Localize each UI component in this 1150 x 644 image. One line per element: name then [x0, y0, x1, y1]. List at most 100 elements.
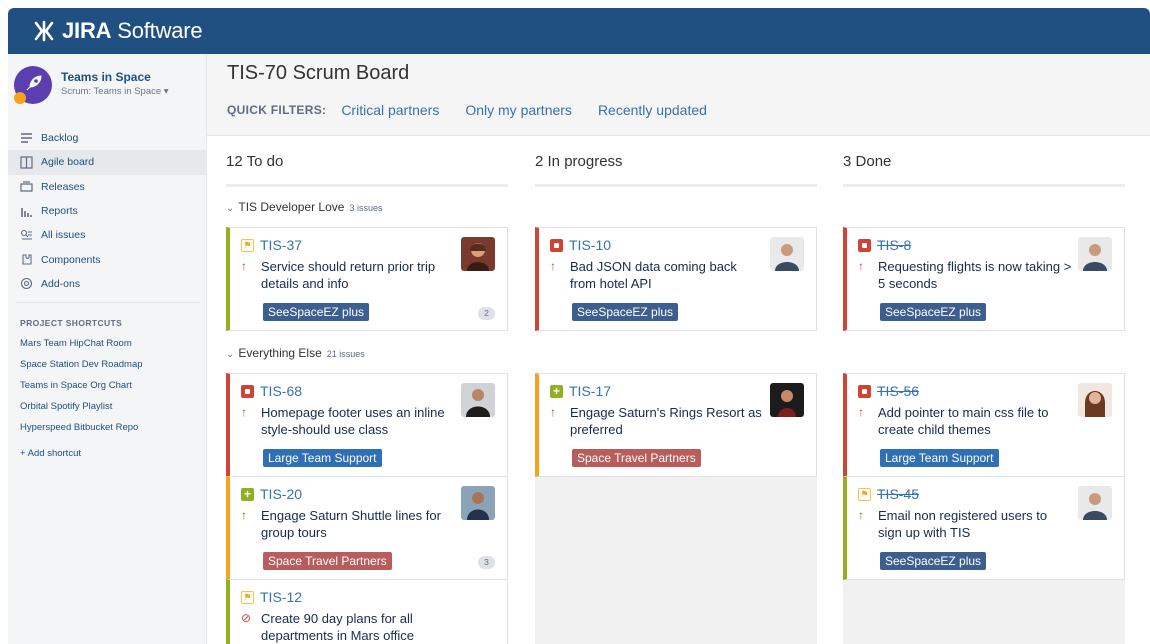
column-divider	[535, 184, 817, 187]
sidebar-item-components[interactable]: Components	[8, 247, 206, 271]
issue-card[interactable]: ⚑ TIS-37 ↑ Service should return prior tri…	[226, 227, 508, 331]
bug-icon	[858, 238, 871, 252]
issue-summary: Bad JSON data coming back from hotel API	[570, 259, 737, 291]
board-header: TIS-70 Scrum Board QUICK FILTERS: Critic…	[207, 54, 1150, 136]
priority-blocker-icon: ⊘	[241, 611, 252, 625]
priority-major-icon: ↑	[241, 259, 247, 273]
epic-label[interactable]: Space Travel Partners	[572, 449, 701, 467]
issues-icon	[20, 229, 33, 242]
avatar	[1078, 383, 1112, 417]
issue-card[interactable]: ⚑ TIS-45 ↑ Email non registered users to s…	[843, 476, 1125, 580]
project-shortcuts-list: Mars Team HipChat Room Space Station Dev…	[20, 336, 143, 441]
quick-filter-recently-updated[interactable]: Recently updated	[598, 102, 707, 118]
components-icon	[20, 253, 33, 266]
issue-key[interactable]: TIS-12	[260, 589, 302, 605]
releases-icon	[20, 180, 33, 193]
shortcut-link[interactable]: Orbital Spotify Playlist	[20, 399, 143, 420]
avatar	[1078, 486, 1112, 520]
epic-label[interactable]: SeeSpaceEZ plus	[263, 303, 370, 321]
issue-summary: Create 90 day plans for all departments …	[261, 611, 414, 643]
avatar	[461, 486, 495, 520]
issue-card[interactable]: TIS-68 ↑ Homepage footer uses an inline s…	[226, 373, 508, 477]
swimlane-name: Everything Else	[238, 346, 322, 360]
issue-summary: Email non registered users to sign up wi…	[878, 508, 1048, 540]
issue-key[interactable]: TIS-68	[260, 383, 302, 399]
sidebar-item-all-issues[interactable]: All issues	[8, 223, 206, 247]
issue-card[interactable]: TIS-10 ↑ Bad JSON data coming back from h…	[535, 227, 817, 331]
chevron-down-icon: ⌄	[226, 203, 235, 214]
backlog-icon	[20, 132, 33, 145]
issue-key[interactable]: TIS-17	[569, 383, 611, 399]
epic-label[interactable]: SeeSpaceEZ plus	[572, 303, 679, 321]
sidebar-item-label: All issues	[41, 229, 86, 242]
issue-card[interactable]: + TIS-20 ↑ Engage Saturn Shuttle lines for…	[226, 476, 508, 580]
bug-icon	[858, 384, 871, 398]
improvement-icon: ⚑	[241, 590, 254, 604]
column-divider	[226, 184, 508, 187]
story-icon: +	[241, 487, 254, 501]
issue-key[interactable]: TIS-56	[877, 383, 919, 399]
epic-label[interactable]: Space Travel Partners	[263, 552, 392, 570]
issue-key[interactable]: TIS-20	[260, 486, 302, 502]
issue-card[interactable]: + TIS-17 ↑ Engage Saturn's Rings Resort as…	[535, 373, 817, 477]
shortcut-link[interactable]: Teams in Space Org Chart	[20, 378, 143, 399]
quick-filters: QUICK FILTERS: Critical partners Only my…	[227, 102, 733, 118]
priority-major-icon: ↑	[858, 405, 864, 419]
column-empty-area	[535, 477, 817, 644]
column-header-done: 3 Done	[843, 153, 892, 170]
sidebar: Teams in Space Scrum: Teams in Space ▾ B…	[8, 54, 207, 644]
issue-summary: Add pointer to main css file to create c…	[878, 405, 1049, 437]
priority-major-icon: ↑	[241, 508, 247, 522]
issue-card[interactable]: ⚑ TIS-12 ⊘ Create 90 day plans for all dep…	[226, 579, 508, 644]
jira-icon	[34, 20, 54, 42]
epic-label[interactable]: SeeSpaceEZ plus	[880, 303, 987, 321]
shortcut-link[interactable]: Space Station Dev Roadmap	[20, 357, 143, 378]
priority-major-icon: ↑	[858, 508, 864, 522]
sidebar-item-releases[interactable]: Releases	[8, 175, 206, 199]
sidebar-item-label: Add-ons	[41, 277, 81, 290]
shortcut-link[interactable]: Hyperspeed Bitbucket Repo	[20, 420, 143, 441]
swimlane-count: 21 issues	[326, 349, 365, 359]
issue-card[interactable]: TIS-8 ↑ Requesting flights is now taking …	[843, 227, 1125, 331]
shortcut-link[interactable]: Mars Team HipChat Room	[20, 336, 143, 357]
add-shortcut-link[interactable]: + Add shortcut	[20, 448, 81, 459]
sidebar-item-add-ons[interactable]: Add-ons	[8, 272, 206, 296]
sidebar-item-label: Releases	[41, 180, 85, 193]
jira-logo[interactable]: JIRA Software	[32, 18, 203, 44]
sidebar-item-backlog[interactable]: Backlog	[8, 126, 206, 150]
avatar	[461, 237, 495, 271]
quick-filter-only-my-partners[interactable]: Only my partners	[465, 102, 572, 118]
epic-label[interactable]: SeeSpaceEZ plus	[880, 552, 987, 570]
priority-major-icon: ↑	[550, 405, 556, 419]
avatar	[1078, 237, 1112, 271]
board-selector[interactable]: Scrum: Teams in Space ▾	[61, 86, 169, 97]
priority-major-icon: ↑	[550, 259, 556, 273]
app-title: JIRA Software	[62, 18, 203, 43]
project-name[interactable]: Teams in Space	[61, 70, 169, 84]
estimate-badge: 3	[478, 556, 495, 569]
project-avatar	[14, 66, 52, 104]
quick-filter-critical-partners[interactable]: Critical partners	[341, 102, 439, 118]
issue-card[interactable]: TIS-56 ↑ Add pointer to main css file to …	[843, 373, 1125, 477]
avatar	[770, 237, 804, 271]
project-badge	[14, 92, 26, 104]
epic-label[interactable]: Large Team Support	[880, 449, 999, 467]
issue-key[interactable]: TIS-45	[877, 486, 919, 502]
reports-icon	[20, 205, 33, 218]
project-switcher[interactable]: Teams in Space Scrum: Teams in Space ▾	[14, 66, 169, 104]
issue-key[interactable]: TIS-10	[569, 237, 611, 253]
sidebar-item-agile-board[interactable]: Agile board	[8, 150, 206, 175]
sidebar-item-reports[interactable]: Reports	[8, 199, 206, 223]
issue-key[interactable]: TIS-8	[877, 237, 911, 253]
rocket-icon	[26, 75, 42, 91]
priority-major-icon: ↑	[241, 405, 247, 419]
sidebar-divider	[16, 302, 200, 303]
epic-label[interactable]: Large Team Support	[263, 449, 382, 467]
sidebar-nav: Backlog Agile board Releases Reports All…	[8, 126, 206, 296]
swimlane-header[interactable]: ⌄ Everything Else 21 issues	[226, 346, 365, 360]
column-header-in-progress: 2 In progress	[535, 153, 623, 170]
issue-key[interactable]: TIS-37	[260, 237, 302, 253]
column-empty-area	[843, 580, 1125, 644]
improvement-icon: ⚑	[241, 238, 254, 252]
swimlane-header[interactable]: ⌄ TIS Developer Love 3 issues	[226, 200, 382, 214]
